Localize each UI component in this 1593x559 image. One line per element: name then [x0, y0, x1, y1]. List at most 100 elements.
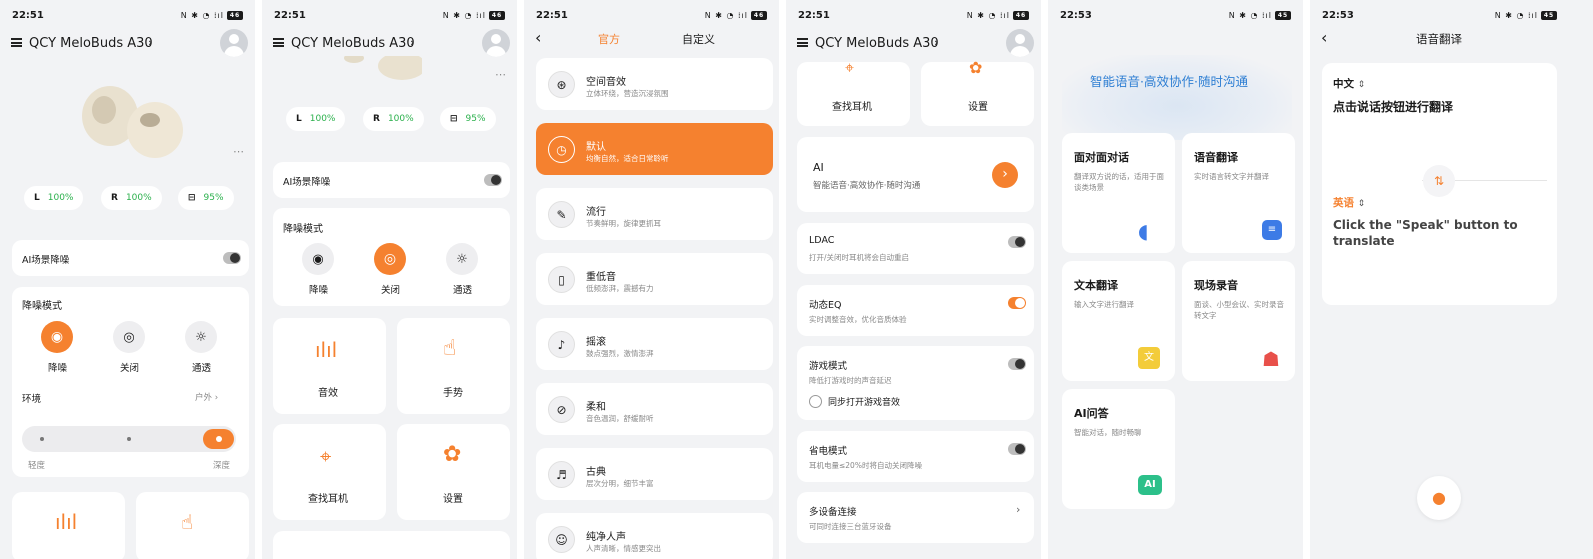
ai-arrow-button[interactable]: ›	[992, 162, 1018, 188]
anc-mode-off[interactable]: ◎	[113, 321, 145, 353]
status-time: 22:53	[1322, 9, 1354, 21]
slider-handle[interactable]	[203, 429, 234, 449]
tab-custom[interactable]: 自定义	[682, 31, 715, 47]
preset-vocal[interactable]: ☺ 纯净人声 人声清晰，情感更突出	[536, 513, 773, 559]
anc-mode-on[interactable]: ◉	[41, 321, 73, 353]
avatar-icon[interactable]	[1006, 29, 1034, 57]
setting-dynamic-eq: 动态EQ 实时调整音效，优化音质体验	[797, 285, 1034, 336]
setting-title: 省电模式	[809, 446, 848, 457]
anc-mode-title: 降噪模式	[283, 224, 323, 235]
ai-anc-row[interactable]: AI场景降噪	[12, 240, 249, 276]
tile-find-earbuds[interactable]: ⌖ 查找耳机	[797, 58, 910, 126]
preset-title: 流行	[586, 207, 606, 218]
anc-mode-transparent[interactable]: ☼	[185, 321, 217, 353]
menu-icon[interactable]	[11, 38, 22, 47]
waveform-icon: ılıl	[315, 338, 338, 362]
status-bar: 22:51 N ✱ ◔ ⁞ıl 46	[536, 9, 767, 21]
device-name[interactable]: QCY MeloBuds A30	[29, 36, 153, 51]
feature-voice-translate[interactable]: 语音翻译 实时语言转文字并翻译 ≡	[1182, 133, 1295, 253]
ai-anc-label: AI场景降噪	[283, 177, 331, 188]
ldac-toggle[interactable]	[1008, 236, 1026, 248]
ai-headline: 智能语音·高效协作·随时沟通	[1090, 74, 1248, 89]
tile-label: 手势	[443, 388, 463, 399]
preset-spatial[interactable]: ⊛ 空间音效 立体环绕，营造沉浸氛围	[536, 58, 773, 110]
status-icons: N ✱ ◔ ⁞ıl 46	[181, 10, 243, 20]
status-bar: 22:51 N ✱ ◔ ⁞ıl 46	[12, 9, 243, 21]
setting-multi-device[interactable]: 多设备连接 可同时连接三台蓝牙设备 ›	[797, 492, 1034, 543]
power-saving-toggle[interactable]	[1008, 443, 1026, 455]
environment-value[interactable]: 户外 ›	[195, 391, 218, 403]
preset-classical[interactable]: ♬ 古典 层次分明，细节丰富	[536, 448, 773, 500]
feature-ai-qa[interactable]: AI问答 智能对话，随时畅聊 AI	[1062, 389, 1175, 509]
chevron-right-icon: ›	[1016, 503, 1021, 516]
chevron-right-icon[interactable]: ›	[934, 36, 938, 49]
ai-anc-toggle[interactable]	[223, 252, 241, 264]
tile-gesture-partial[interactable]: ☝	[136, 492, 249, 559]
back-icon[interactable]: ‹	[1321, 28, 1327, 47]
preset-bass[interactable]: ▯ 重低音 低频澎湃，震撼有力	[536, 253, 773, 305]
battery-case: ⊟ 95%	[440, 107, 496, 131]
battery-right-value: 100%	[125, 193, 152, 203]
ai-entry-card[interactable]: AI 智能语音·高效协作·随时沟通 ›	[797, 137, 1034, 212]
intensity-slider[interactable]	[22, 426, 236, 452]
preset-subtitle: 立体环绕，营造沉浸氛围	[586, 89, 669, 98]
tile-find-earbuds[interactable]: ⌖ 查找耳机	[273, 424, 386, 520]
preset-default[interactable]: ◷ 默认 均衡自然，适合日常聆听	[536, 123, 773, 175]
person-icon: ☺	[548, 526, 575, 553]
more-icon[interactable]: ⋯	[233, 145, 244, 158]
source-language: 中文	[1333, 78, 1354, 90]
feature-live-recording[interactable]: 现场录音 面谈、小型会议、实时录音转文字 ☗	[1182, 261, 1295, 381]
ai-anc-toggle[interactable]	[484, 174, 502, 186]
preset-pop[interactable]: ✎ 流行 节奏鲜明，旋律更抓耳	[536, 188, 773, 240]
device-name[interactable]: QCY MeloBuds A30	[815, 36, 939, 51]
feature-text-translate[interactable]: 文本翻译 输入文字进行翻译 文	[1062, 261, 1175, 381]
feature-title: 语音翻译	[1194, 151, 1238, 164]
target-language-select[interactable]: 英语 ⇕	[1333, 195, 1365, 210]
chevron-right-icon[interactable]: ›	[410, 36, 414, 49]
status-time: 22:51	[798, 9, 830, 21]
tile-settings[interactable]: ✿ 设置	[397, 424, 510, 520]
tile-sound-partial[interactable]: ılıl	[12, 492, 125, 559]
avatar-icon[interactable]	[220, 29, 248, 57]
game-mode-toggle[interactable]	[1008, 358, 1026, 370]
preset-rock[interactable]: ♪ 摇滚 鼓点强烈，激情澎湃	[536, 318, 773, 370]
ai-anc-row[interactable]: AI场景降噪	[273, 162, 510, 198]
anc-mode-on[interactable]: ◉	[302, 243, 334, 275]
tile-partial	[273, 531, 510, 559]
menu-icon[interactable]	[273, 38, 284, 47]
ai-subtitle: 智能语音·高效协作·随时沟通	[813, 181, 921, 191]
case-icon: ⊟	[450, 114, 458, 124]
tile-sound-effects[interactable]: ılıl 音效	[273, 318, 386, 414]
battery-right-label: R	[373, 114, 380, 124]
preset-title: 空间音效	[586, 77, 626, 88]
tile-gestures[interactable]: ☝ 手势	[397, 318, 510, 414]
microphone-icon: ✎	[548, 201, 575, 228]
speak-button[interactable]: ●	[1417, 476, 1461, 520]
anc-mode-off[interactable]: ◎	[374, 243, 406, 275]
ai-title: AI	[813, 161, 824, 174]
off-icon: ◎	[383, 251, 397, 267]
screen-device-settings: 22:51 N ✱ ◔ ⁞ıl 46 QCY MeloBuds A30 › ⌖ …	[786, 0, 1043, 559]
menu-icon[interactable]	[797, 38, 808, 47]
feature-face-to-face[interactable]: 面对面对话 翻译双方说的话，适用于面谈类场景 ◖	[1062, 133, 1175, 253]
tile-settings[interactable]: ✿ 设置	[921, 58, 1034, 126]
off-icon: ◎	[123, 329, 135, 345]
chevron-right-icon[interactable]: ›	[148, 36, 152, 49]
spatial-icon: ⊛	[548, 71, 575, 98]
sync-game-sound-radio[interactable]	[809, 395, 822, 408]
tab-official[interactable]: 官方	[598, 31, 620, 47]
source-language-select[interactable]: 中文 ⇕	[1333, 76, 1365, 91]
status-icons: N ✱ ◔ ⁞ıl 45	[1229, 10, 1291, 20]
more-icon[interactable]: ⋯	[495, 68, 506, 81]
device-name[interactable]: QCY MeloBuds A30	[291, 36, 415, 51]
battery-right: R 100%	[363, 107, 424, 131]
feature-subtitle: 实时语言转文字并翻译	[1194, 172, 1269, 181]
avatar-icon[interactable]	[482, 29, 510, 57]
anc-mode-card: 降噪模式 ◉ ◎ ☼ 降噪 关闭 通透 环境 户外 › 轻度 深度	[12, 287, 249, 477]
swap-language-button[interactable]: ⇅	[1423, 165, 1455, 197]
anc-mode-transparent[interactable]: ☼	[446, 243, 478, 275]
preset-soft[interactable]: ⊘ 柔和 音色温润，舒缓耐听	[536, 383, 773, 435]
translate-panel: 中文 ⇕ 点击说话按钮进行翻译 ⇅ 英语 ⇕ Click the "Speak"…	[1322, 63, 1557, 305]
back-icon[interactable]: ‹	[535, 28, 541, 47]
dynamic-eq-toggle[interactable]	[1008, 297, 1026, 309]
